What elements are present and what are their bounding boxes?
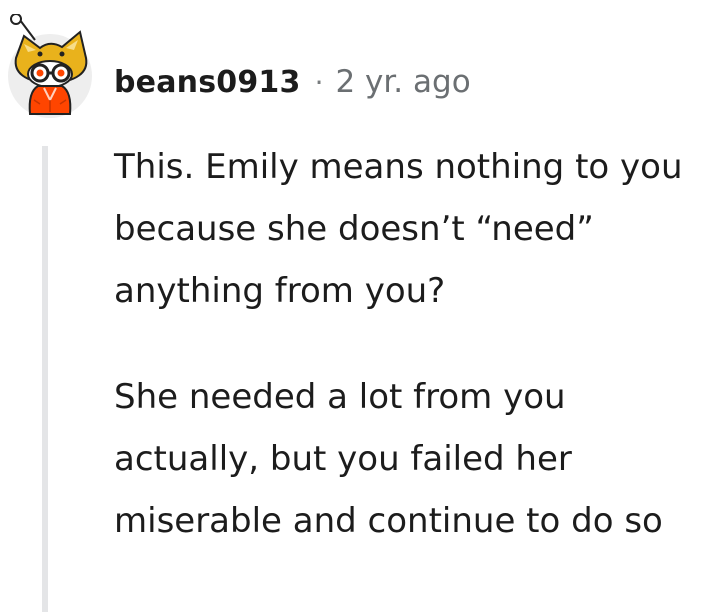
- comment-timestamp[interactable]: 2 yr. ago: [335, 64, 470, 100]
- user-avatar-icon[interactable]: [4, 13, 96, 122]
- thread-collapse-line[interactable]: [42, 146, 48, 612]
- comment: beans0913 · 2 yr. ago This. Emily means …: [0, 0, 723, 612]
- comment-paragraph: This. Emily means nothing to you because…: [114, 147, 683, 311]
- comment-body: This. Emily means nothing to you because…: [114, 136, 714, 552]
- comment-meta: beans0913 · 2 yr. ago: [114, 62, 471, 102]
- meta-separator: ·: [314, 65, 324, 99]
- username-link[interactable]: beans0913: [114, 65, 301, 100]
- comment-paragraph: She needed a lot from you actually, but …: [114, 377, 663, 541]
- snoo-avatar-icon: [8, 13, 92, 118]
